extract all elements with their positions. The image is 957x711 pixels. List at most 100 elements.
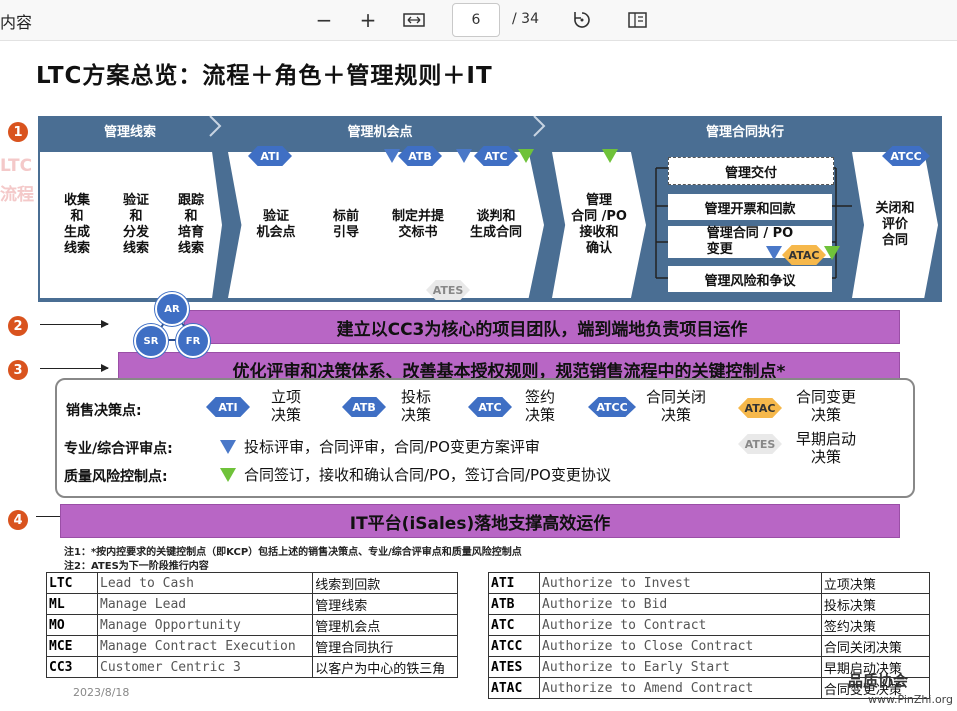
header-manage-lead: 管理线索	[103, 125, 156, 140]
step-label: 验证 机会点	[256, 209, 296, 240]
role-fr: FR	[176, 324, 210, 358]
abbr-key: ATES	[488, 656, 540, 678]
decision-ati: 立项 决策	[270, 388, 301, 424]
step-number-2: 2	[8, 316, 28, 336]
zoom-in-button[interactable]: +	[354, 7, 382, 33]
role-sr: SR	[134, 324, 168, 358]
abbr-english: Authorize to Close Contract	[539, 635, 822, 657]
table-row: ATI Authorize to Invest 立项决策	[488, 572, 931, 594]
page-total: / 34	[512, 11, 539, 27]
abbr-key: ATC	[488, 614, 540, 636]
abbr-key: MO	[46, 614, 98, 636]
abbr-chinese: 签约决策	[820, 614, 931, 636]
decision-label: 销售决策点:	[66, 403, 142, 419]
header-manage-contract: 管理合同执行	[705, 125, 784, 140]
contents-label[interactable]: 内容	[0, 9, 32, 33]
abbr-chinese: 管理机会点	[312, 614, 458, 636]
abbr-key: CC3	[46, 656, 98, 678]
abbr-english: Authorize to Early Start	[539, 656, 822, 678]
abbr-english: Customer Centric 3	[96, 656, 314, 678]
sub-step-delivery: 管理交付	[668, 157, 834, 185]
step-label: 收集 和 生成 线索	[63, 193, 90, 256]
abbr-chinese: 管理合同执行	[312, 635, 458, 657]
control-triangle-icon	[220, 468, 236, 482]
note-1: 注1：*按内控要求的关键控制点（即KCP）包括上述的销售决策点、专业/综合评审点…	[64, 547, 522, 558]
role-ar: AR	[155, 292, 189, 326]
abbr-table-left: LTC Lead to Cash 线索到回款 ML Manage Lead 管理线索 M…	[46, 572, 458, 678]
arrow-icon	[40, 320, 109, 328]
sub-step-risk: 管理风险和争议	[668, 266, 832, 292]
step-label: 制定并提 交标书	[391, 209, 444, 240]
abbr-chinese: 管理线索	[312, 593, 458, 615]
decision-atc: 签约 决策	[524, 388, 555, 424]
abbr-chinese: 立项决策	[820, 572, 931, 594]
abbr-english: Authorize to Bid	[539, 593, 822, 615]
review-triangle-icon	[456, 149, 472, 163]
abbr-english: Authorize to Contract	[539, 614, 822, 636]
step-label: 关闭和 评价 合同	[875, 201, 915, 248]
table-row: MO Manage Opportunity 管理机会点	[46, 614, 458, 636]
step-submit-bid: 制定并提 交标书	[370, 152, 466, 298]
abbr-chinese: 以客户为中心的铁三角	[312, 656, 458, 678]
abbr-english: Manage Lead	[96, 593, 314, 615]
header-manage-opportunity: 管理机会点	[347, 125, 413, 140]
table-row: LTC Lead to Cash 线索到回款	[46, 572, 458, 594]
review-triangle-icon	[220, 440, 236, 454]
quality-label: 质量风险控制点:	[64, 469, 168, 485]
table-row: ML Manage Lead 管理线索	[46, 593, 458, 615]
watermark-url: www.PinZhi.org	[868, 693, 953, 706]
fit-width-icon[interactable]	[400, 7, 428, 33]
step-contract-receive: 管理 合同 /PO 接收和 确认	[552, 152, 646, 298]
review-label: 专业/综合评审点:	[64, 441, 173, 457]
review-triangle-icon	[384, 149, 400, 163]
page-view-icon[interactable]	[624, 7, 652, 33]
pdf-toolbar: 内容 − + 6 / 34	[0, 0, 957, 41]
table-row: CC3 Customer Centric 3 以客户为中心的铁三角	[46, 656, 458, 678]
decision-atcc: 合同关闭 决策	[645, 388, 706, 424]
abbr-english: Manage Opportunity	[96, 614, 314, 636]
abbr-key: ATCC	[488, 635, 540, 657]
arrow-icon	[40, 364, 109, 372]
zoom-out-button[interactable]: −	[310, 7, 338, 33]
abbr-chinese: 合同关闭决策	[820, 635, 931, 657]
step-number-3: 3	[8, 360, 28, 380]
control-triangle-icon	[602, 149, 618, 163]
abbr-key: ML	[46, 593, 98, 615]
abbr-english: Authorize to Amend Contract	[539, 677, 822, 699]
ghost-text: 流程	[0, 185, 34, 205]
abbr-key: ATB	[488, 593, 540, 615]
step-label: 跟踪 和 培育 线索	[177, 193, 204, 256]
ghost-text: LTC	[0, 156, 33, 176]
step-negotiate: 谈判和 生成合同	[448, 152, 544, 298]
abbr-chinese: 投标决策	[820, 593, 931, 615]
abbr-key: MCE	[46, 635, 98, 657]
rotate-icon[interactable]	[568, 7, 596, 33]
step-number-4: 4	[8, 510, 28, 530]
team-bar: 建立以CC3为核心的项目团队，端到端地负责项目运作	[184, 310, 900, 344]
step-close-contract: 关闭和 评价 合同	[852, 152, 938, 298]
step-label: 谈判和 生成合同	[469, 209, 522, 240]
decision-atac: 合同变更 决策	[795, 388, 856, 424]
abbr-chinese: 线索到回款	[312, 572, 458, 594]
abbr-key: ATI	[488, 572, 540, 594]
sub-step-billing: 管理开票和回款	[668, 194, 832, 220]
abbr-english: Lead to Cash	[96, 572, 314, 594]
table-row: ATC Authorize to Contract 签约决策	[488, 614, 931, 636]
slide-date: 2023/8/18	[73, 686, 130, 699]
table-row: ATB Authorize to Bid 投标决策	[488, 593, 931, 615]
table-row: ATCC Authorize to Close Contract 合同关闭决策	[488, 635, 931, 657]
step-label: 管理 合同 /PO 接收和 确认	[571, 193, 627, 256]
step-nurture-lead: 跟踪 和 培育 线索	[160, 152, 222, 298]
decision-atb: 投标 决策	[400, 388, 431, 424]
slide-title: LTC方案总览：流程＋角色＋管理规则＋IT	[36, 63, 493, 89]
abbr-key: ATAC	[488, 677, 540, 699]
decision-ates: 早期启动 决策	[795, 430, 856, 466]
review-text: 投标评审，合同评审，合同/PO变更方案评审	[244, 438, 540, 456]
step-label: 标前 引导	[332, 209, 359, 240]
abbr-english: Authorize to Invest	[539, 572, 822, 594]
note-2: 注2：ATES为下一阶段推行内容	[64, 561, 209, 572]
review-triangle-icon	[766, 246, 782, 260]
watermark: 品质协会	[848, 672, 909, 690]
quality-text: 合同签订，接收和确认合同/PO，签订合同/PO变更协议	[244, 466, 611, 484]
page-number-input[interactable]: 6	[452, 3, 500, 37]
